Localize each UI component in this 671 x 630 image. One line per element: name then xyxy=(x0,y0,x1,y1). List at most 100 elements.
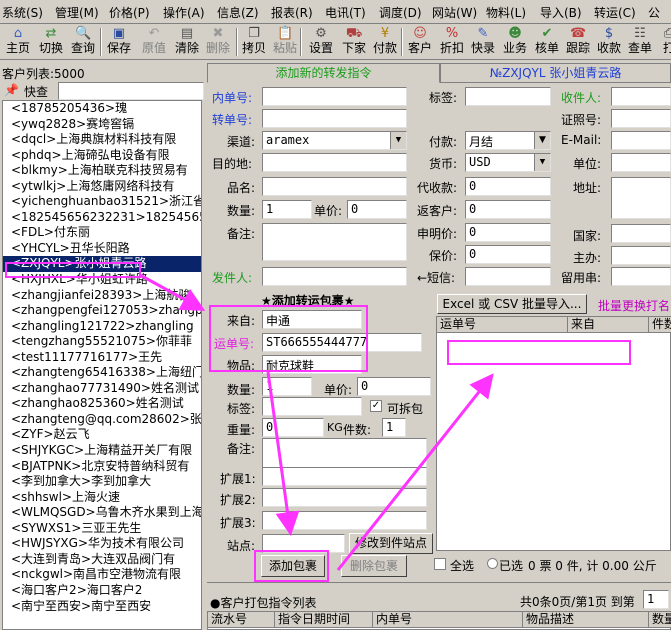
package-tag-input[interactable] xyxy=(262,397,362,416)
chevron-down-icon[interactable]: ▼ xyxy=(390,132,406,149)
currency-select[interactable]: USD ▼ xyxy=(465,153,551,172)
list-item[interactable]: <SYWXS1>三亚王先生 xyxy=(3,521,201,537)
email-input[interactable] xyxy=(611,131,671,150)
list-item[interactable]: <ywq2828>赛垮窖镉 xyxy=(3,117,201,133)
delete-package-button[interactable]: 删除包裹 xyxy=(341,555,407,577)
package-pieces-input[interactable]: 1 xyxy=(382,418,406,437)
id-no-input[interactable] xyxy=(611,109,671,128)
select-all-checkbox[interactable] xyxy=(434,558,446,570)
list-item[interactable]: <zhangteng@qq.com28602>张腾 xyxy=(3,412,201,428)
channel-select[interactable]: aramex ▼ xyxy=(262,131,407,150)
list-item[interactable]: <dqcl>上海典旗材料科技有限 xyxy=(3,132,201,148)
page-number-input[interactable]: 1 xyxy=(643,590,669,609)
list-item[interactable]: <zhangling121722>zhangling xyxy=(3,319,201,335)
menu-item-0[interactable]: 系统(S) xyxy=(2,4,43,21)
toolbar-button-6[interactable]: ✖ 删除 xyxy=(201,26,235,58)
toolbar-button-9[interactable]: ⚙ 设置 xyxy=(304,26,338,58)
toolbar-button-17[interactable]: ☎ 跟踪 xyxy=(561,26,595,58)
sender-input[interactable] xyxy=(262,267,407,286)
menu-item-1[interactable]: 管理(M) xyxy=(55,4,99,21)
splittable-checkbox[interactable]: ✓ xyxy=(370,400,382,412)
toolbar-button-15[interactable]: ☻ 业务 xyxy=(498,26,532,58)
bottom-col-datetime[interactable]: 指令日期时间 xyxy=(275,612,373,628)
customer-list[interactable]: <18785205436>瑰 <ywq2828>赛垮窖镉 <dqcl>上海典旗材料科… xyxy=(2,100,202,630)
list-item[interactable]: <phdq>上海碲弘电设备有限 xyxy=(3,148,201,164)
list-item[interactable]: <ZYF>赵云飞 xyxy=(3,427,201,443)
payment-select[interactable]: 月结 ▼ xyxy=(465,131,551,150)
province-input[interactable] xyxy=(611,246,671,265)
list-item[interactable]: <HWJSYXG>华为技术有限公司 xyxy=(3,536,201,552)
cod-input[interactable]: 0 xyxy=(465,177,551,196)
toolbar-button-16[interactable]: ✔ 核单 xyxy=(530,26,564,58)
list-item[interactable]: <WLMQSGD>乌鲁木齐水果到上海 xyxy=(3,505,201,521)
menu-item-5[interactable]: 报表(R) xyxy=(271,4,313,21)
sms-input[interactable] xyxy=(465,267,551,286)
list-item[interactable]: <SHJYKGC>上海精益开关厂有限 xyxy=(3,443,201,459)
list-item[interactable]: <FDL>付东丽 xyxy=(3,225,201,241)
message-input[interactable] xyxy=(611,267,671,286)
chevron-down-icon[interactable]: ▼ xyxy=(534,132,550,149)
declared-input[interactable]: 0 xyxy=(465,223,551,242)
list-item[interactable]: <ytwlkj>上海悠庸网络科技有 xyxy=(3,179,201,195)
toolbar-button-20[interactable]: ⎙ 打 xyxy=(652,26,671,58)
unit-price-input[interactable]: 0 xyxy=(347,200,407,219)
country-input[interactable] xyxy=(611,224,671,243)
menu-item-2[interactable]: 价格(P) xyxy=(109,4,150,21)
list-item[interactable]: <zhangpengfei127053>zhangp xyxy=(3,303,201,319)
list-item[interactable]: <BJATPNK>北京安特普纳科贸有 xyxy=(3,459,201,475)
menu-item-3[interactable]: 操作(A) xyxy=(163,4,205,21)
fast-search-input[interactable] xyxy=(58,82,204,100)
menu-item-8[interactable]: 网站(W) xyxy=(432,4,477,21)
qty-input[interactable]: 1 xyxy=(262,200,312,219)
list-item[interactable]: <zhangteng65416338>上海纽门 xyxy=(3,365,201,381)
package-qty-input[interactable]: 1 xyxy=(262,377,312,396)
list-item[interactable]: <zhanghao825360>姓名测试 xyxy=(3,396,201,412)
package-ext2-input[interactable] xyxy=(262,488,427,507)
rebate-input[interactable]: 0 xyxy=(465,200,551,219)
bottom-col-inner-no[interactable]: 内单号 xyxy=(373,612,523,628)
toolbar-button-8[interactable]: 📋 粘贴 xyxy=(268,26,302,58)
toolbar-button-14[interactable]: ✎ 快录 xyxy=(466,26,500,58)
list-item[interactable]: <李到加拿大>李到加拿大 xyxy=(3,474,201,490)
toolbar-button-10[interactable]: ⛟ 下家 xyxy=(337,26,371,58)
list-item[interactable]: <南宁至西安>南宁至西安 xyxy=(3,599,201,615)
chevron-down-icon[interactable]: ▼ xyxy=(534,154,550,171)
list-item[interactable]: <nckgwl>南昌市空港物流有限 xyxy=(3,567,201,583)
package-remark-textarea[interactable] xyxy=(262,438,427,468)
list-item[interactable]: <大连到青岛>大连双品阀门有 xyxy=(3,552,201,568)
list-item[interactable]: <YHCYL>丑华长阳路 xyxy=(3,241,201,257)
receiver-input[interactable] xyxy=(611,87,671,106)
selected-radio[interactable] xyxy=(487,558,498,569)
address-input[interactable] xyxy=(611,177,671,219)
menu-item-4[interactable]: 信息(Z) xyxy=(217,4,259,21)
tab-customer[interactable]: №ZXJQYL 张小姐青云路 xyxy=(440,63,671,83)
toolbar-button-13[interactable]: % 折扣 xyxy=(435,26,469,58)
toolbar-button-1[interactable]: ⇄ 切换 xyxy=(34,26,68,58)
menu-item-9[interactable]: 物料(L) xyxy=(486,4,526,21)
toolbar-button-18[interactable]: $ 收款 xyxy=(592,26,626,58)
product-input[interactable] xyxy=(262,177,407,196)
grid-col-waybill[interactable]: 运单号 xyxy=(437,317,568,333)
list-item[interactable]: <blkmy>上海柏联克科技贸易有 xyxy=(3,163,201,179)
replace-print-label[interactable]: 批量更换打名 xyxy=(598,297,670,314)
menu-item-6[interactable]: 电讯(T) xyxy=(325,4,366,21)
list-item[interactable]: <182545656232231>18254565 xyxy=(3,210,201,226)
grid-col-pieces[interactable]: 件数 xyxy=(649,317,671,333)
toolbar-button-12[interactable]: ☺ 客户 xyxy=(403,26,437,58)
tag-input[interactable] xyxy=(465,87,551,106)
list-item[interactable]: <yichenghuanbao31521>浙江省 xyxy=(3,194,201,210)
toolbar-button-5[interactable]: ▤ 清除 xyxy=(170,26,204,58)
package-unit-price-input[interactable]: 0 xyxy=(357,377,431,396)
insured-input[interactable]: 0 xyxy=(465,245,551,264)
menu-item-12[interactable]: 公 xyxy=(648,4,660,21)
remark-textarea[interactable] xyxy=(262,223,407,261)
menu-item-10[interactable]: 导入(B) xyxy=(540,4,582,21)
tab-add-forward[interactable]: 添加新的转发指令 xyxy=(207,63,440,83)
unit-input[interactable] xyxy=(611,153,671,172)
destination-input[interactable] xyxy=(262,153,407,172)
package-ext3-input[interactable] xyxy=(262,511,427,530)
inner-no-input[interactable] xyxy=(262,87,407,106)
batch-import-button[interactable]: Excel 或 CSV 批量导入... xyxy=(437,294,587,314)
bottom-col-qty[interactable]: 数量 xyxy=(649,612,671,628)
toolbar-button-0[interactable]: ⌂ 主页 xyxy=(1,26,35,58)
